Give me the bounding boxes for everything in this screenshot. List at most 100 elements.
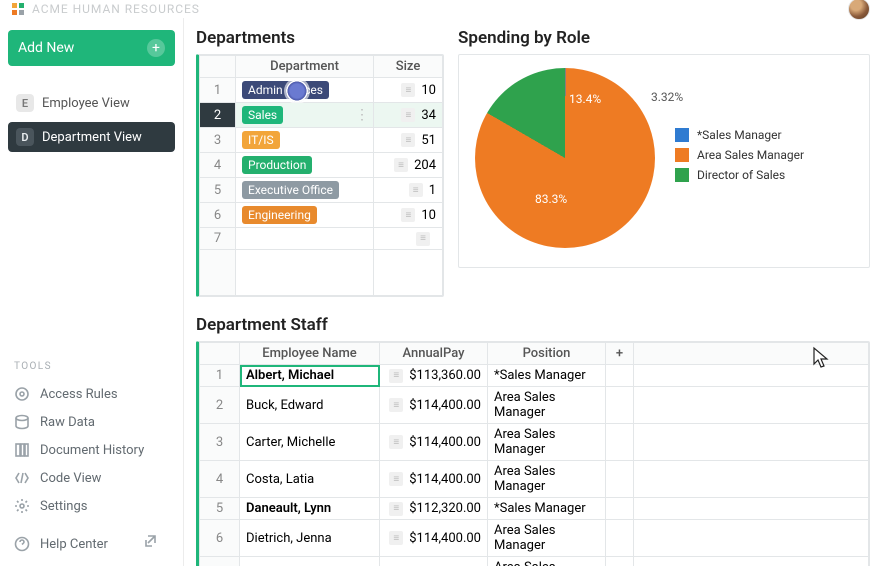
- employee-name-cell[interactable]: Albert, Michael: [240, 365, 380, 387]
- col-employee-name[interactable]: Employee Name: [240, 343, 380, 365]
- nav-list: EEmployee View DDepartment View: [8, 88, 175, 156]
- avatar[interactable]: [848, 0, 870, 20]
- table-row[interactable]: 3IT/IS≡51: [200, 128, 443, 153]
- col-size[interactable]: Size: [374, 56, 443, 78]
- table-row[interactable]: 4Production≡204: [200, 153, 443, 178]
- tool-code-view[interactable]: Code View: [8, 464, 175, 492]
- employee-name-cell[interactable]: Digitale, Alfred: [240, 557, 380, 566]
- expand-icon[interactable]: ≡: [389, 369, 403, 383]
- table-row[interactable]: 4Costa, Latia≡$114,400.00Area Sales Mana…: [200, 461, 869, 498]
- plus-icon: +: [147, 39, 165, 57]
- add-column-button[interactable]: +: [606, 343, 634, 365]
- position-cell[interactable]: Area Sales Manager: [488, 557, 606, 566]
- pie-slice-label-area: 83.3%: [535, 192, 567, 206]
- employee-name-cell[interactable]: Dietrich, Jenna: [240, 520, 380, 557]
- expand-icon[interactable]: ≡: [409, 183, 423, 197]
- position-cell[interactable]: Area Sales Manager: [488, 461, 606, 498]
- position-cell[interactable]: Area Sales Manager: [488, 424, 606, 461]
- tool-access-rules[interactable]: Access Rules: [8, 380, 175, 408]
- sidebar-item-department-view[interactable]: DDepartment View: [8, 122, 175, 152]
- table-row[interactable]: 6Engineering≡10: [200, 203, 443, 228]
- dept-cell[interactable]: Admin Offices: [236, 78, 374, 103]
- size-cell[interactable]: ≡51: [374, 128, 443, 153]
- position-cell[interactable]: *Sales Manager: [488, 365, 606, 387]
- employee-name-cell[interactable]: Carter, Michelle: [240, 424, 380, 461]
- size-cell[interactable]: ≡10: [374, 203, 443, 228]
- legend-item-area: Area Sales Manager: [675, 148, 853, 162]
- dept-cell[interactable]: IT/IS: [236, 128, 374, 153]
- expand-icon[interactable]: ≡: [389, 531, 403, 545]
- annual-pay-cell[interactable]: ≡$114,400.00: [380, 387, 488, 424]
- dept-cell[interactable]: Sales⋮: [236, 103, 374, 128]
- table-row[interactable]: 5Daneault, Lynn≡$112,320.00*Sales Manage…: [200, 498, 869, 520]
- expand-icon[interactable]: ≡: [401, 83, 415, 97]
- expand-icon[interactable]: ≡: [389, 435, 403, 449]
- table-row[interactable]: 7≡: [200, 228, 443, 250]
- spending-title: Spending by Role: [458, 28, 870, 48]
- table-row[interactable]: 7Digitale, Alfred≡$116,480.00Area Sales …: [200, 557, 869, 566]
- employee-name-cell[interactable]: Daneault, Lynn: [240, 498, 380, 520]
- add-new-label: Add New: [18, 40, 74, 56]
- external-link-icon: [143, 534, 169, 554]
- annual-pay-cell[interactable]: ≡$114,400.00: [380, 424, 488, 461]
- position-cell[interactable]: Area Sales Manager: [488, 387, 606, 424]
- expand-icon[interactable]: ≡: [416, 232, 430, 246]
- size-cell[interactable]: ≡34: [374, 103, 443, 128]
- expand-icon[interactable]: ≡: [389, 502, 403, 516]
- expand-icon[interactable]: ≡: [389, 472, 403, 486]
- table-row[interactable]: 2Buck, Edward≡$114,400.00Area Sales Mana…: [200, 387, 869, 424]
- table-row[interactable]: 2Sales⋮≡34: [200, 103, 443, 128]
- tool-settings[interactable]: Settings: [8, 492, 175, 520]
- dept-cell[interactable]: [236, 228, 374, 250]
- size-cell[interactable]: ≡: [374, 228, 443, 250]
- pie-slice-label-director: 3.32%: [651, 90, 683, 104]
- position-cell[interactable]: *Sales Manager: [488, 498, 606, 520]
- table-row[interactable]: 6Dietrich, Jenna≡$114,400.00Area Sales M…: [200, 520, 869, 557]
- expand-icon[interactable]: ≡: [401, 208, 415, 222]
- dept-cell[interactable]: Engineering: [236, 203, 374, 228]
- departments-table[interactable]: Department Size 1Admin Offices≡102Sales⋮…: [199, 55, 443, 296]
- dept-cell[interactable]: Executive Office: [236, 178, 374, 203]
- annual-pay-cell[interactable]: ≡$113,360.00: [380, 365, 488, 387]
- row-number: 3: [200, 128, 236, 153]
- col-position[interactable]: Position: [488, 343, 606, 365]
- tool-label: Settings: [40, 499, 87, 514]
- annual-pay-cell[interactable]: ≡$114,400.00: [380, 461, 488, 498]
- table-row[interactable]: 1Admin Offices≡10: [200, 78, 443, 103]
- expand-icon[interactable]: ≡: [394, 158, 408, 172]
- add-new-button[interactable]: Add New +: [8, 30, 175, 66]
- table-row[interactable]: 5Executive Office≡1: [200, 178, 443, 203]
- annual-pay-cell[interactable]: ≡$116,480.00: [380, 557, 488, 566]
- annual-pay-cell[interactable]: ≡$112,320.00: [380, 498, 488, 520]
- employee-name-cell[interactable]: Buck, Edward: [240, 387, 380, 424]
- record-expand-icon[interactable]: [286, 80, 308, 102]
- employee-name-cell[interactable]: Costa, Latia: [240, 461, 380, 498]
- history-icon: [14, 442, 30, 458]
- tool-label: Raw Data: [40, 415, 95, 430]
- tool-label: Help Center: [40, 537, 108, 552]
- position-cell[interactable]: Area Sales Manager: [488, 520, 606, 557]
- nav-label: Department View: [42, 130, 142, 145]
- size-cell[interactable]: ≡1: [374, 178, 443, 203]
- expand-icon[interactable]: ≡: [389, 398, 403, 412]
- tool-document-history[interactable]: Document History: [8, 436, 175, 464]
- dept-cell[interactable]: Production: [236, 153, 374, 178]
- annual-pay-cell[interactable]: ≡$114,400.00: [380, 520, 488, 557]
- row-menu-icon[interactable]: ⋮: [355, 107, 369, 123]
- tool-help-center[interactable]: Help Center: [8, 530, 175, 558]
- table-row[interactable]: 1Albert, Michael≡$113,360.00*Sales Manag…: [200, 365, 869, 387]
- expand-icon[interactable]: ≡: [401, 133, 415, 147]
- table-row: [200, 250, 443, 296]
- staff-table[interactable]: Employee Name AnnualPay Position + 1Albe…: [199, 342, 869, 566]
- col-department[interactable]: Department: [236, 56, 374, 78]
- size-cell[interactable]: ≡204: [374, 153, 443, 178]
- col-annual-pay[interactable]: AnnualPay: [380, 343, 488, 365]
- table-row[interactable]: 3Carter, Michelle≡$114,400.00Area Sales …: [200, 424, 869, 461]
- sidebar-item-employee-view[interactable]: EEmployee View: [8, 88, 175, 118]
- tool-raw-data[interactable]: Raw Data: [8, 408, 175, 436]
- expand-icon[interactable]: ≡: [401, 108, 415, 122]
- tool-label: Access Rules: [40, 387, 118, 402]
- legend-item-director: Director of Sales: [675, 168, 853, 182]
- code-icon: [14, 470, 30, 486]
- size-cell[interactable]: ≡10: [374, 78, 443, 103]
